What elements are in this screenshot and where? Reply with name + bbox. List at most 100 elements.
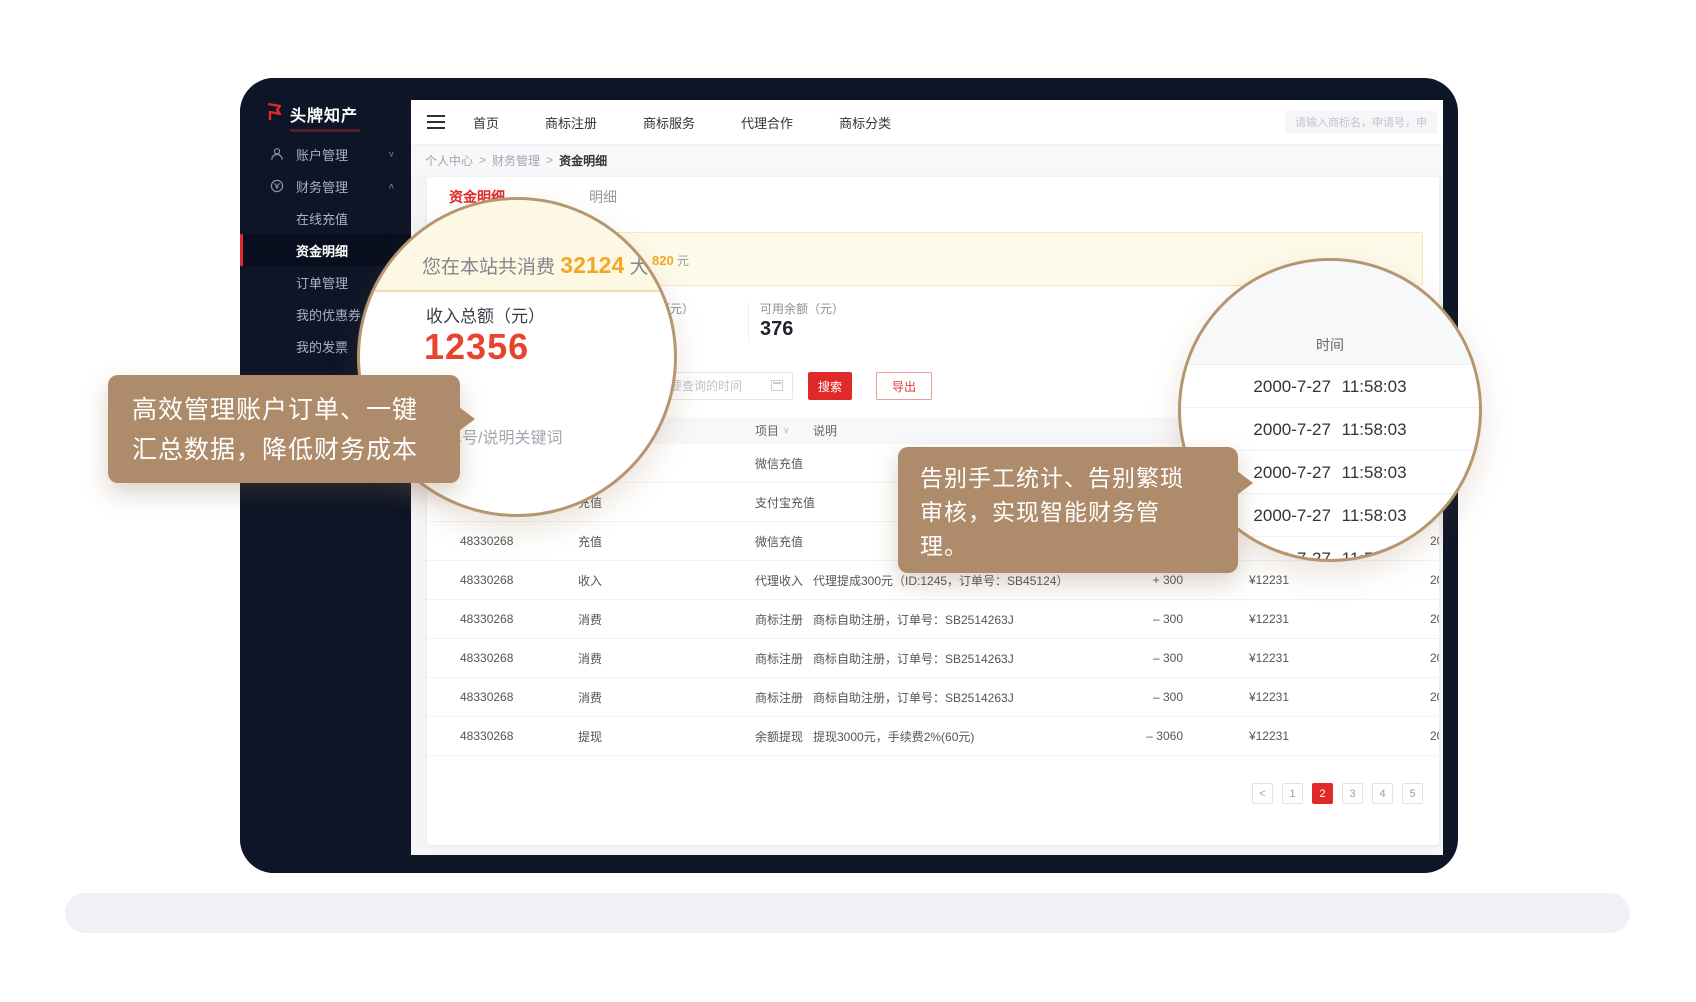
callout-text: 告别手工统计、告别繁琐 bbox=[920, 461, 1216, 495]
sidebar-item-label: 在线充值 bbox=[296, 209, 348, 228]
table-cell: 余额提现 bbox=[755, 717, 803, 755]
callout-right: 告别手工统计、告别繁琐 审核，实现智能财务管 理。 bbox=[898, 447, 1238, 573]
search-button[interactable]: 搜索 bbox=[808, 372, 852, 400]
brand-flag-icon bbox=[264, 102, 284, 122]
table-row: 48330268 消费 商标注册商标自助注册，订单号：SB2514263J – 300… bbox=[427, 678, 1439, 717]
stat-balance-value: 376 bbox=[760, 318, 793, 341]
breadcrumb-item[interactable]: 财务管理 bbox=[492, 152, 540, 169]
nav-item[interactable]: 首页 bbox=[473, 113, 499, 132]
finance-coin-icon bbox=[270, 179, 284, 193]
table-cell: 48330268 bbox=[460, 522, 513, 560]
table-cell: 微信充值 bbox=[755, 444, 803, 482]
breadcrumb-item[interactable]: 个人中心 bbox=[425, 152, 473, 169]
nav-item[interactable]: 商标分类 bbox=[839, 113, 891, 132]
table-cell: 提现 bbox=[578, 717, 602, 755]
logo-subtext-decoration bbox=[290, 129, 360, 132]
main-nav: 首页 商标注册 商标服务 代理合作 商标分类 bbox=[473, 100, 891, 145]
nav-item[interactable]: 代理合作 bbox=[741, 113, 793, 132]
table-cell: – 3060 bbox=[1103, 717, 1183, 755]
nav-item[interactable]: 商标注册 bbox=[545, 113, 597, 132]
page-button-4[interactable]: 4 bbox=[1372, 783, 1393, 804]
table-cell: 48330268 bbox=[460, 600, 513, 638]
table-cell: 商标自助注册，订单号：SB2514263J bbox=[813, 639, 1014, 677]
table-cell: ¥12231 bbox=[1209, 678, 1289, 716]
chevron-down-icon: ∨ bbox=[388, 150, 395, 159]
nav-item[interactable]: 商标服务 bbox=[643, 113, 695, 132]
page-prev-button[interactable]: < bbox=[1252, 783, 1273, 804]
callout-left: 高效管理账户订单、一键 汇总数据，降低财务成本 bbox=[108, 375, 460, 483]
table-cell: – 300 bbox=[1103, 639, 1183, 677]
trademark-search-input[interactable] bbox=[1285, 111, 1437, 134]
table-cell: 48330268 bbox=[460, 678, 513, 716]
page-button-3[interactable]: 3 bbox=[1342, 783, 1363, 804]
table-cell: ¥12231 bbox=[1209, 600, 1289, 638]
callout-text: 审核，实现智能财务管 bbox=[920, 495, 1216, 529]
magnified-time-row: 2000-7-27 11:58:03 bbox=[1181, 408, 1479, 451]
table-cell: 48330268 bbox=[460, 561, 513, 599]
table-cell: 2000-7-27 11:58:03 bbox=[1430, 678, 1439, 716]
pagination: <12345 bbox=[1252, 783, 1423, 804]
table-cell: 2000-7-27 11:58:03 bbox=[1430, 600, 1439, 638]
table-cell: 商标注册 bbox=[755, 639, 803, 677]
table-cell: 48330268 bbox=[460, 717, 513, 755]
export-button[interactable]: 导出 bbox=[876, 372, 932, 400]
topbar: 首页 商标注册 商标服务 代理合作 商标分类 bbox=[411, 100, 1443, 145]
stat-balance-label: 可用余额（元） bbox=[760, 300, 844, 317]
table-row: 48330268 提现 余额提现提现3000元，手续费2%(60元) – 3060 ¥1… bbox=[427, 717, 1439, 756]
menu-hamburger-icon[interactable] bbox=[427, 115, 445, 129]
logo-title: 头牌知产 bbox=[290, 102, 360, 126]
table-cell: 消费 bbox=[578, 600, 602, 638]
sidebar-item-finance[interactable]: 财务管理 ∧ bbox=[240, 170, 411, 202]
sidebar-item-label: 我的发票 bbox=[296, 337, 348, 356]
page-button-5[interactable]: 5 bbox=[1402, 783, 1423, 804]
user-icon bbox=[270, 147, 284, 161]
table-row: 48330268 消费 商标注册商标自助注册，订单号：SB2514263J – 300… bbox=[427, 600, 1439, 639]
page-button-2[interactable]: 2 bbox=[1312, 783, 1333, 804]
page-button-1[interactable]: 1 bbox=[1282, 783, 1303, 804]
magnified-time-header: 时间 bbox=[1181, 261, 1479, 365]
sidebar-item-label: 财务管理 bbox=[296, 177, 348, 196]
breadcrumb-current: 资金明细 bbox=[559, 152, 607, 169]
magnified-income-label: 收入总额（元） bbox=[426, 302, 545, 327]
table-cell: 支付宝充值 bbox=[755, 483, 815, 521]
table-row: 48330268消费商标注册商标自助注册，订单号：SB2514263J– 300… bbox=[427, 639, 1439, 678]
magnified-banner-text: 您在本站共消费 32124 大 bbox=[422, 252, 649, 279]
header-project[interactable]: 项目∨ bbox=[755, 417, 790, 444]
callout-text: 高效管理账户订单、一键 bbox=[132, 390, 436, 430]
sidebar-item-account[interactable]: 账户管理 ∨ bbox=[240, 138, 411, 170]
chevron-up-icon: ∧ bbox=[388, 182, 395, 191]
table-cell: 消费 bbox=[578, 639, 602, 677]
table-cell: 微信充值 bbox=[755, 522, 803, 560]
table-cell: 商标注册 bbox=[755, 600, 803, 638]
table-cell: 商标自助注册，订单号：SB2514263J bbox=[813, 600, 1014, 638]
magnified-banner: 您在本站共消费 32124 大 bbox=[360, 200, 674, 292]
logo[interactable]: 头牌知产 bbox=[264, 102, 360, 132]
table-cell: ¥12231 bbox=[1209, 639, 1289, 677]
table-cell: ¥12231 bbox=[1209, 717, 1289, 755]
table-cell: 收入 bbox=[578, 561, 602, 599]
sidebar-item-label: 订单管理 bbox=[296, 273, 348, 292]
header-description: 说明 bbox=[813, 417, 837, 444]
table-cell: 消费 bbox=[578, 678, 602, 716]
table-cell: 2000-7-27 11:58:03 bbox=[1430, 717, 1439, 755]
table-cell: 提现3000元，手续费2%(60元) bbox=[813, 717, 974, 755]
callout-text: 汇总数据，降低财务成本 bbox=[132, 430, 436, 470]
table-cell: – 300 bbox=[1103, 678, 1183, 716]
table-cell: 2000-7-27 11:58:03 bbox=[1430, 561, 1439, 599]
table-cell: 商标注册 bbox=[755, 678, 803, 716]
calendar-icon[interactable] bbox=[771, 380, 783, 391]
table-cell: – 300 bbox=[1103, 600, 1183, 638]
laptop-mockup: 头牌知产 账户管理 ∨ 财务管理 ∧ bbox=[0, 0, 1696, 1002]
breadcrumb-separator: > bbox=[479, 153, 486, 167]
table-cell: 商标自助注册，订单号：SB2514263J bbox=[813, 678, 1014, 716]
magnified-income-value: 12356 bbox=[424, 326, 529, 368]
breadcrumb: 个人中心 > 财务管理 > 资金明细 bbox=[411, 145, 1443, 175]
magnified-time-row: 2000-7-27 11:58:03 bbox=[1181, 365, 1479, 408]
laptop-base bbox=[65, 893, 1630, 933]
banner-unit: 元 bbox=[677, 254, 689, 268]
table-cell: 充值 bbox=[578, 522, 602, 560]
sidebar-item-label: 账户管理 bbox=[296, 145, 348, 164]
callout-text: 理。 bbox=[920, 529, 1216, 563]
sidebar-item-label: 资金明细 bbox=[296, 241, 348, 260]
sort-caret-icon: ∨ bbox=[783, 425, 790, 436]
